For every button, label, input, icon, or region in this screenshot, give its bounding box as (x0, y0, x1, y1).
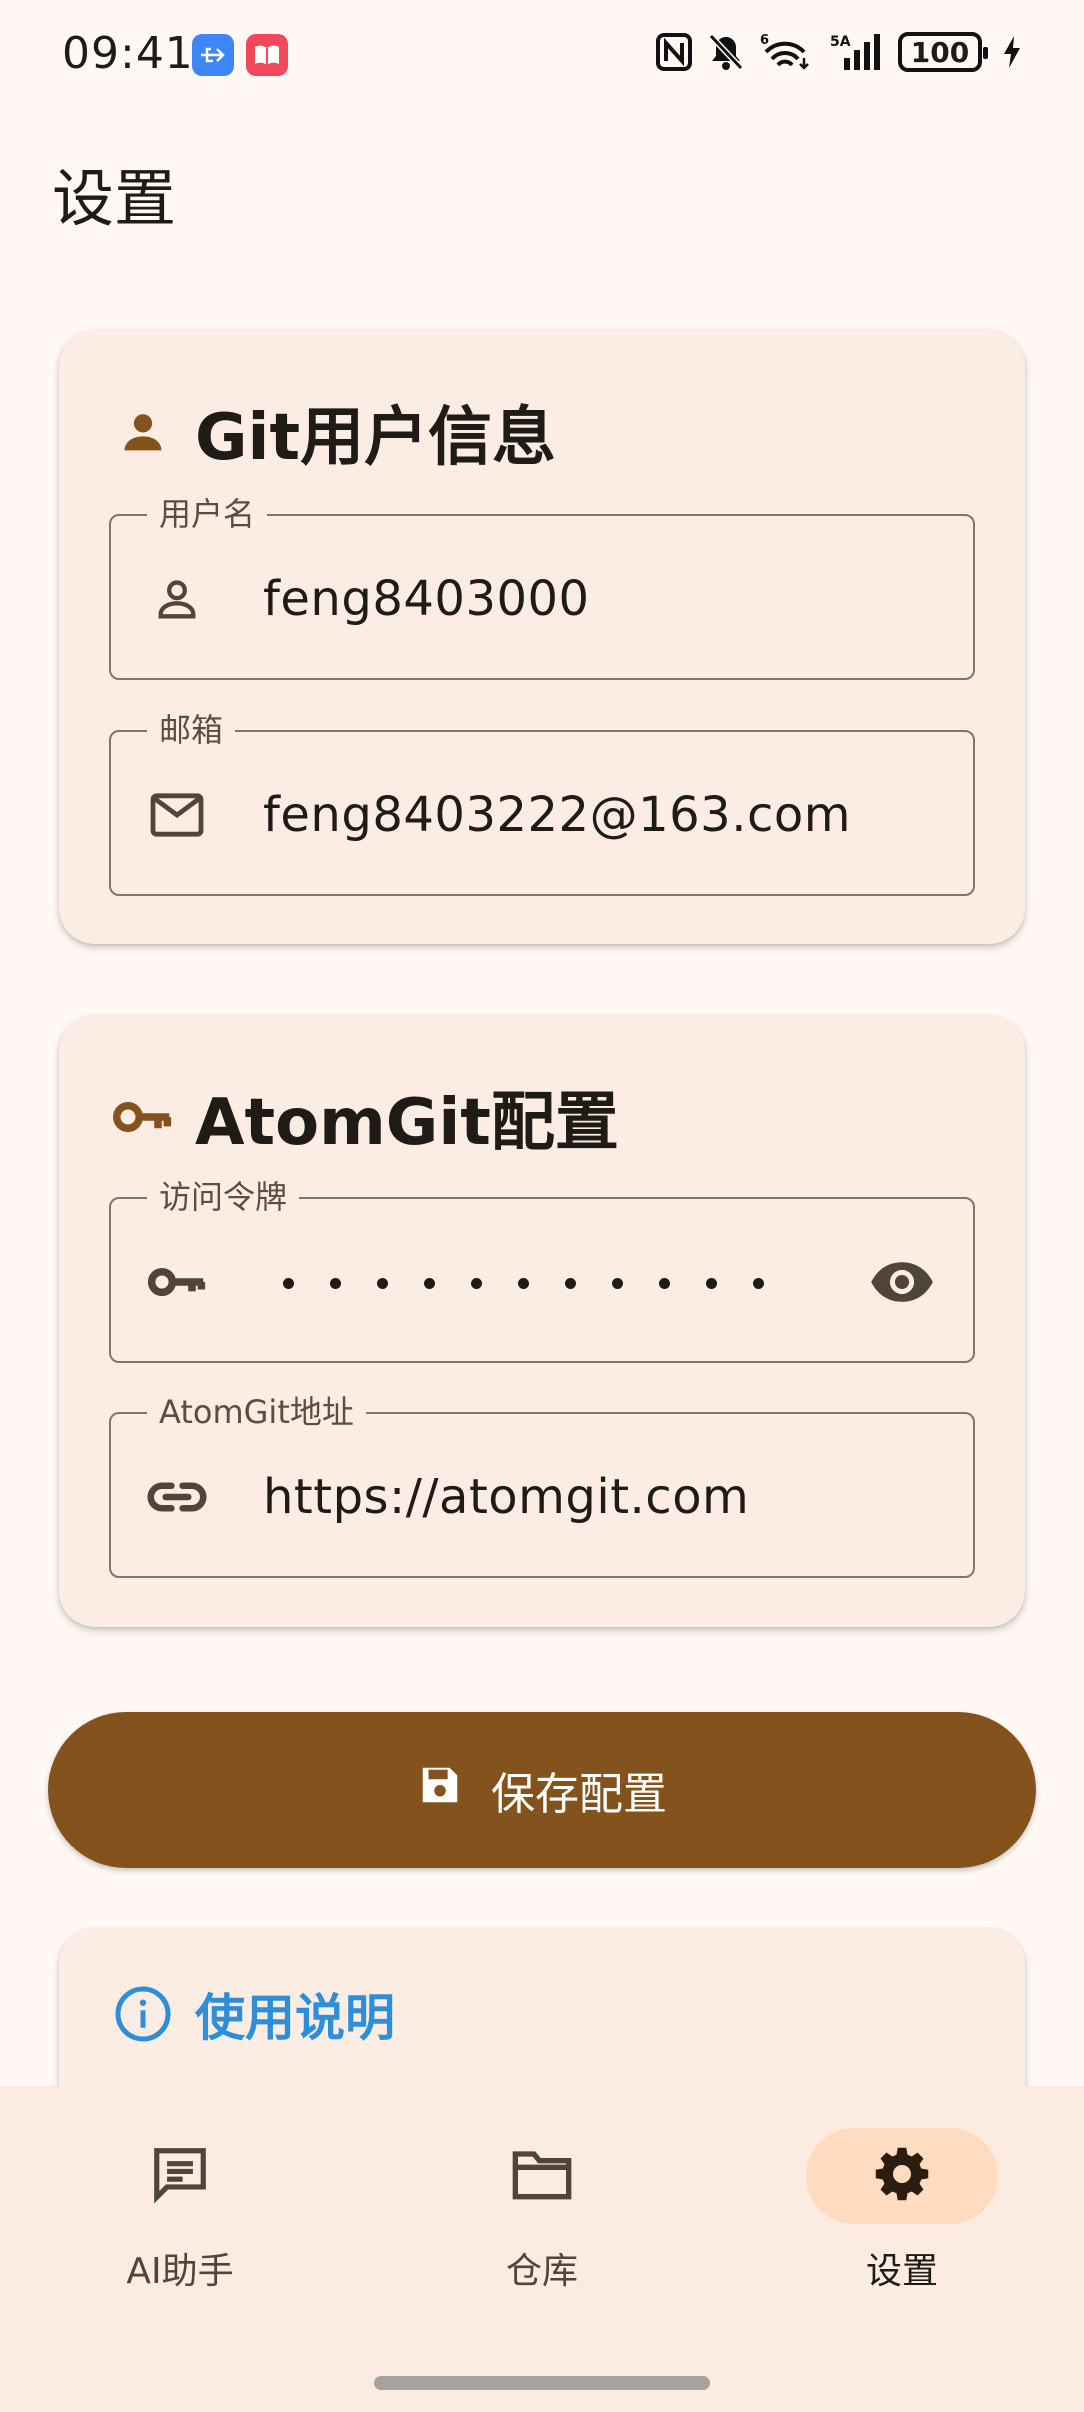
charging-icon (1004, 36, 1020, 68)
gear-icon (872, 2144, 932, 2208)
nav-label-settings: 设置 (865, 2251, 938, 2292)
usb-app-icon (192, 34, 234, 76)
folder-icon (510, 2146, 574, 2206)
nfc-icon (656, 33, 692, 71)
status-icons: 6 5A 100 (656, 32, 1022, 72)
wifi-6-icon: 6 (760, 33, 809, 70)
git-user-card-header: Git用户信息 (113, 386, 556, 478)
home-indicator[interactable] (374, 2376, 710, 2390)
access-token-input[interactable] (283, 1253, 764, 1313)
atomgit-card-header: AtomGit配置 (113, 1071, 619, 1163)
nav-pill-settings (806, 2128, 998, 2224)
battery-indicator: 100 (898, 32, 988, 72)
nav-label-repository: 仓库 (505, 2251, 578, 2292)
atomgit-url-label: AtomGit地址 (147, 1392, 366, 1432)
nav-pill-ai-assistant (84, 2128, 276, 2224)
nav-pill-repository (446, 2128, 638, 2224)
atomgit-url-field[interactable]: AtomGit地址 https://atomgit.com (109, 1392, 975, 1578)
email-field[interactable]: 邮箱 feng8403222@163.com (109, 710, 975, 896)
page-title: 设置 (52, 162, 177, 235)
bottom-nav: AI助手 仓库 设置 (0, 2086, 1084, 2412)
email-label: 邮箱 (147, 710, 236, 750)
chat-icon (149, 2143, 211, 2209)
nav-item-settings[interactable]: 设置 (802, 2128, 1002, 2294)
access-token-field[interactable]: 访问令牌 (109, 1177, 975, 1363)
key-icon (147, 1252, 207, 1312)
key-icon (113, 1087, 173, 1147)
signal-5a-icon: 5A (830, 34, 880, 70)
save-config-button[interactable]: 保存配置 (48, 1712, 1036, 1868)
mail-icon (147, 785, 207, 845)
username-label: 用户名 (147, 494, 268, 534)
link-icon (147, 1467, 207, 1527)
svg-text:6: 6 (760, 33, 769, 48)
book-app-icon (246, 34, 288, 76)
status-time: 09:41 (62, 28, 194, 79)
username-field[interactable]: 用户名 feng8403000 (109, 494, 975, 680)
person-outline-icon (147, 569, 207, 629)
nav-item-repository[interactable]: 仓库 (442, 2128, 642, 2294)
atomgit-card: AtomGit配置 访问令牌 AtomGit地址 https://atomgit… (59, 1015, 1025, 1627)
git-user-card-title: Git用户信息 (195, 401, 557, 475)
eye-icon[interactable] (867, 1252, 937, 1312)
nav-label-ai-assistant: AI助手 (126, 2251, 234, 2292)
person-icon (113, 402, 173, 462)
battery-level: 100 (910, 35, 970, 69)
status-bar: 09:41 6 5A 100 (0, 0, 1084, 110)
info-icon (113, 1984, 173, 2044)
bell-off-icon (708, 33, 744, 71)
username-input[interactable]: feng8403000 (263, 566, 590, 632)
save-icon (417, 1762, 463, 1819)
atomgit-url-input[interactable]: https://atomgit.com (263, 1464, 749, 1530)
git-user-card: Git用户信息 用户名 feng8403000 邮箱 feng8403222@1… (59, 330, 1025, 944)
access-token-label: 访问令牌 (147, 1177, 300, 1217)
atomgit-card-title: AtomGit配置 (195, 1086, 619, 1160)
email-input[interactable]: feng8403222@163.com (263, 782, 851, 848)
help-card-title: 使用说明 (195, 1989, 395, 2047)
help-card-header: 使用说明 (113, 1978, 395, 2050)
save-config-label: 保存配置 (491, 1769, 667, 1820)
nav-item-ai-assistant[interactable]: AI助手 (80, 2128, 280, 2294)
svg-text:5A: 5A (830, 34, 851, 50)
